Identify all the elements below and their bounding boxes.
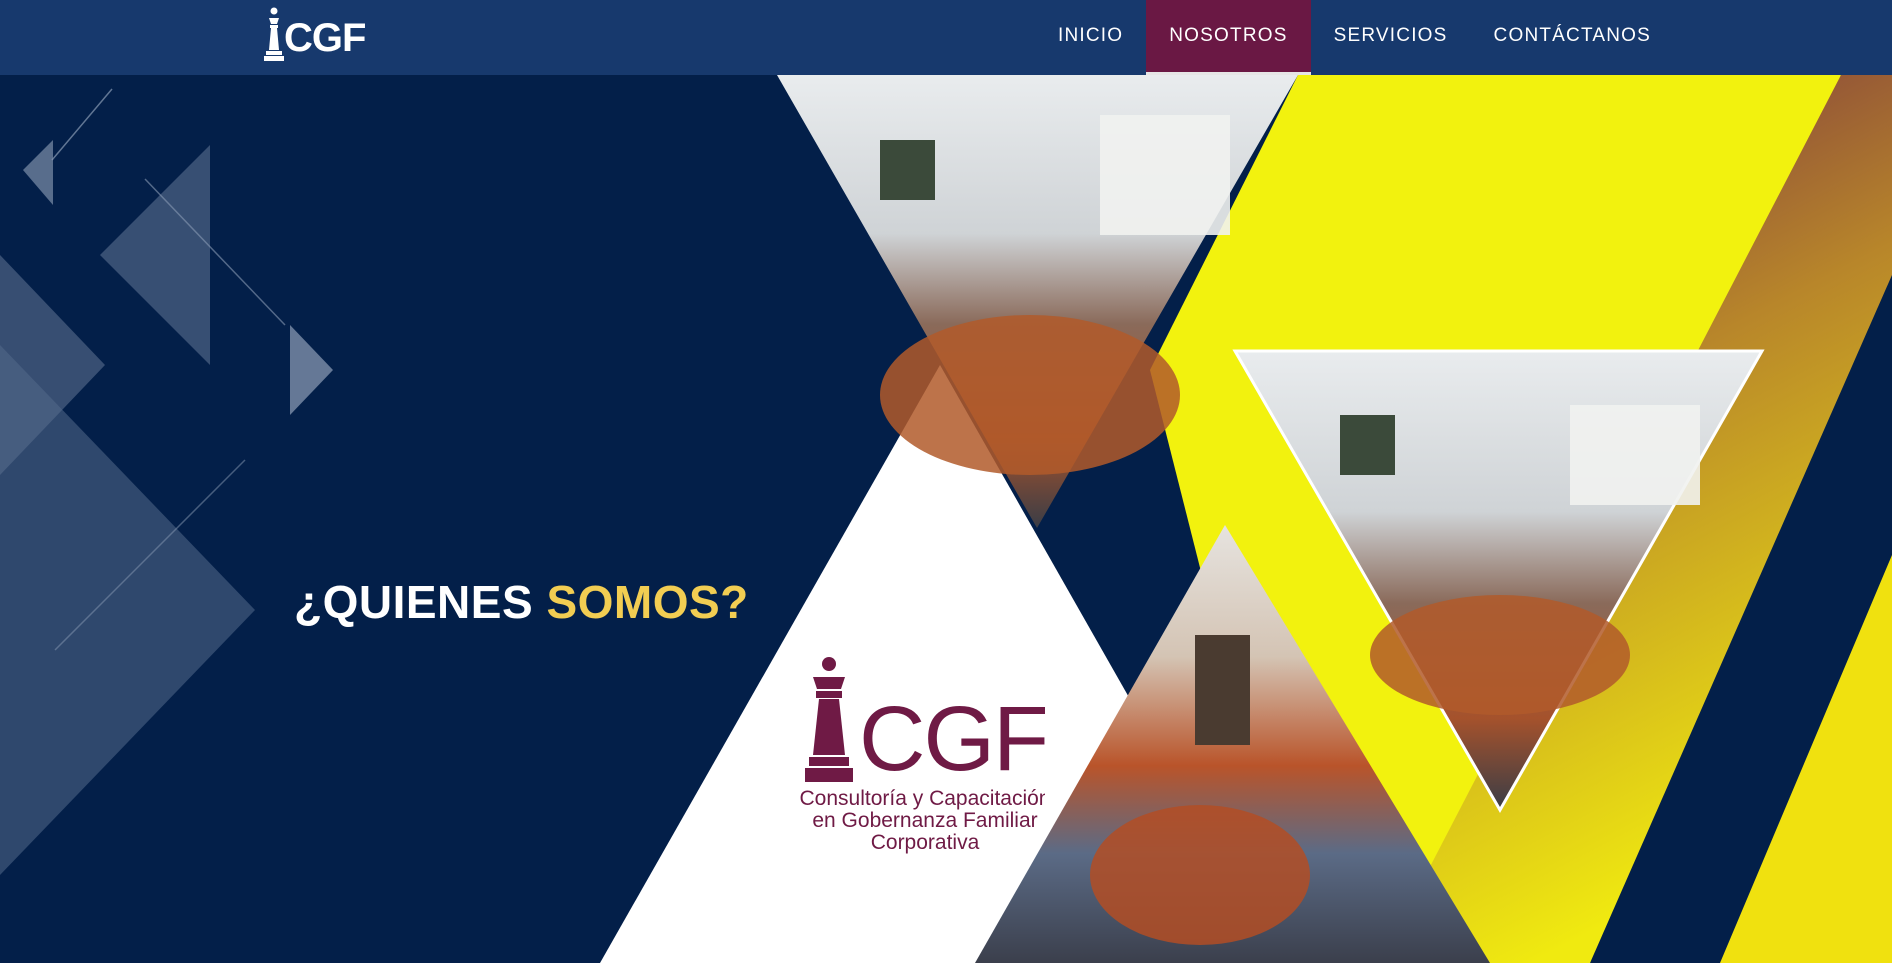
main-nav: INICIO NOSOTROS SERVICIOS CONTÁCTANOS xyxy=(1035,0,1674,75)
brand-tagline: Consultoría y Capacitación en Gobernanza… xyxy=(795,788,1045,854)
nav-item-inicio[interactable]: INICIO xyxy=(1035,0,1146,72)
headline-part-1: ¿QUIENES xyxy=(294,576,547,628)
top-navigation-bar: CGF INICIO NOSOTROS SERVICIOS CONTÁCTANO… xyxy=(0,0,1892,75)
brand-tagline-line-3: Corporativa xyxy=(870,831,980,854)
nav-item-servicios[interactable]: SERVICIOS xyxy=(1311,0,1471,72)
logo-text: CGF xyxy=(284,16,366,60)
decorative-shapes xyxy=(0,88,333,875)
brand-tagline-line-1: Consultoría y Capacitación xyxy=(799,787,1045,810)
brand-logo: CGF Consultoría y Capacitación en Gobern… xyxy=(795,655,1045,855)
site-logo[interactable]: CGF xyxy=(262,2,366,62)
brand-logo-text: CGF xyxy=(859,688,1045,790)
chess-queen-icon xyxy=(264,7,284,61)
nav-item-contactanos[interactable]: CONTÁCTANOS xyxy=(1471,0,1674,72)
headline-part-2: SOMOS? xyxy=(546,576,749,628)
brand-tagline-line-2: en Gobernanza Familiar xyxy=(812,809,1038,832)
nav-item-nosotros[interactable]: NOSOTROS xyxy=(1146,0,1311,75)
chess-queen-icon xyxy=(805,657,853,782)
page-headline: ¿QUIENES SOMOS? xyxy=(294,575,749,629)
